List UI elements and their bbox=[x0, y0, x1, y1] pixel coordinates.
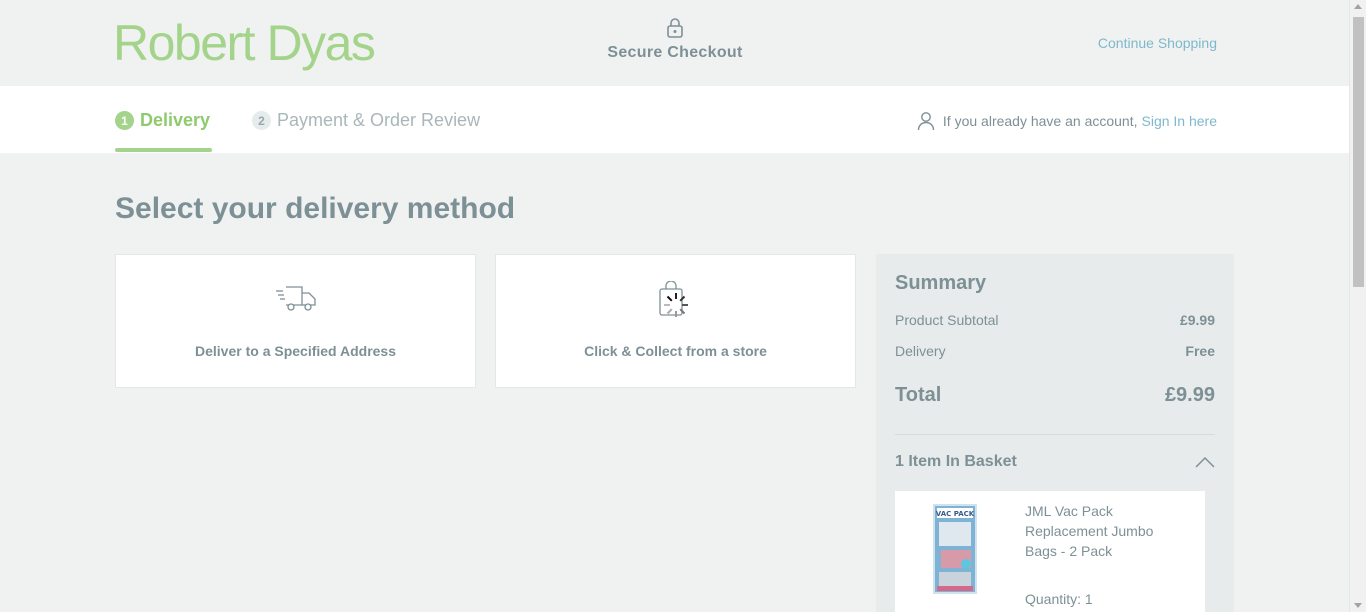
delivery-label: Delivery bbox=[895, 343, 946, 359]
brand-logo[interactable]: Robert Dyas bbox=[113, 14, 376, 72]
checkout-steps: 1 Delivery 2 Payment & Order Review If y… bbox=[0, 86, 1349, 153]
continue-shopping-link[interactable]: Continue Shopping bbox=[1098, 35, 1217, 51]
sign-in-link[interactable]: Sign In here bbox=[1142, 113, 1218, 129]
basket-toggle[interactable]: 1 Item In Basket bbox=[895, 453, 1215, 471]
page-scrollbar[interactable] bbox=[1349, 0, 1366, 612]
summary-title: Summary bbox=[895, 272, 987, 294]
basket-count-label: 1 Item In Basket bbox=[895, 453, 1017, 470]
step-payment[interactable]: 2 Payment & Order Review bbox=[252, 110, 480, 131]
shopping-bag-icon bbox=[658, 281, 688, 317]
scroll-down-arrow-icon[interactable] bbox=[1354, 603, 1362, 608]
total-label: Total bbox=[895, 384, 942, 406]
total-value: £9.99 bbox=[1164, 384, 1215, 406]
user-icon bbox=[917, 112, 935, 131]
subtotal-label: Product Subtotal bbox=[895, 312, 999, 328]
order-summary: Summary Product Subtotal £9.99 Delivery … bbox=[876, 254, 1234, 612]
lock-icon bbox=[667, 18, 683, 38]
account-prompt-text: If you already have an account, bbox=[942, 113, 1138, 129]
subtotal-value: £9.99 bbox=[1179, 312, 1215, 328]
summary-divider bbox=[895, 434, 1215, 435]
page-title: Select your delivery method bbox=[115, 192, 516, 225]
option-label: Click & Collect from a store bbox=[584, 343, 767, 359]
delivery-value: Free bbox=[1185, 343, 1215, 359]
delivery-truck-icon bbox=[275, 286, 316, 311]
scrollbar-thumb[interactable] bbox=[1353, 17, 1364, 287]
delivery-row: Delivery Free bbox=[895, 343, 1215, 359]
deliver-to-address-option[interactable]: Deliver to a Specified Address bbox=[115, 254, 476, 388]
secure-checkout: Secure Checkout bbox=[575, 18, 775, 62]
step-delivery[interactable]: 1 Delivery bbox=[115, 110, 210, 131]
click-and-collect-option[interactable]: Click & Collect from a store bbox=[495, 254, 856, 388]
product-quantity: Quantity: 1 bbox=[1025, 591, 1093, 607]
product-image-text: VAC PACK bbox=[936, 510, 975, 518]
step-label: Payment & Order Review bbox=[277, 110, 481, 130]
total-row: Total £9.99 bbox=[895, 384, 1215, 407]
option-label: Deliver to a Specified Address bbox=[195, 343, 396, 359]
product-image[interactable]: VAC PACK bbox=[933, 504, 977, 594]
scroll-up-arrow-icon[interactable] bbox=[1354, 4, 1362, 9]
active-step-indicator bbox=[115, 148, 212, 152]
account-prompt: If you already have an account, Sign In … bbox=[917, 111, 1217, 131]
step-number: 1 bbox=[115, 111, 134, 130]
checkout-header: Robert Dyas Secure Checkout Continue Sho… bbox=[0, 0, 1349, 86]
step-label: Delivery bbox=[140, 110, 211, 130]
secure-checkout-label: Secure Checkout bbox=[607, 44, 743, 61]
product-name[interactable]: JML Vac Pack Replacement Jumbo Bags - 2 … bbox=[1025, 501, 1155, 561]
loading-spinner-icon bbox=[663, 293, 688, 317]
subtotal-row: Product Subtotal £9.99 bbox=[895, 312, 1215, 328]
basket-item: VAC PACK JML Vac Pack Replacement Jumbo … bbox=[895, 491, 1205, 612]
step-number: 2 bbox=[252, 111, 271, 130]
chevron-up-icon bbox=[1195, 456, 1215, 468]
